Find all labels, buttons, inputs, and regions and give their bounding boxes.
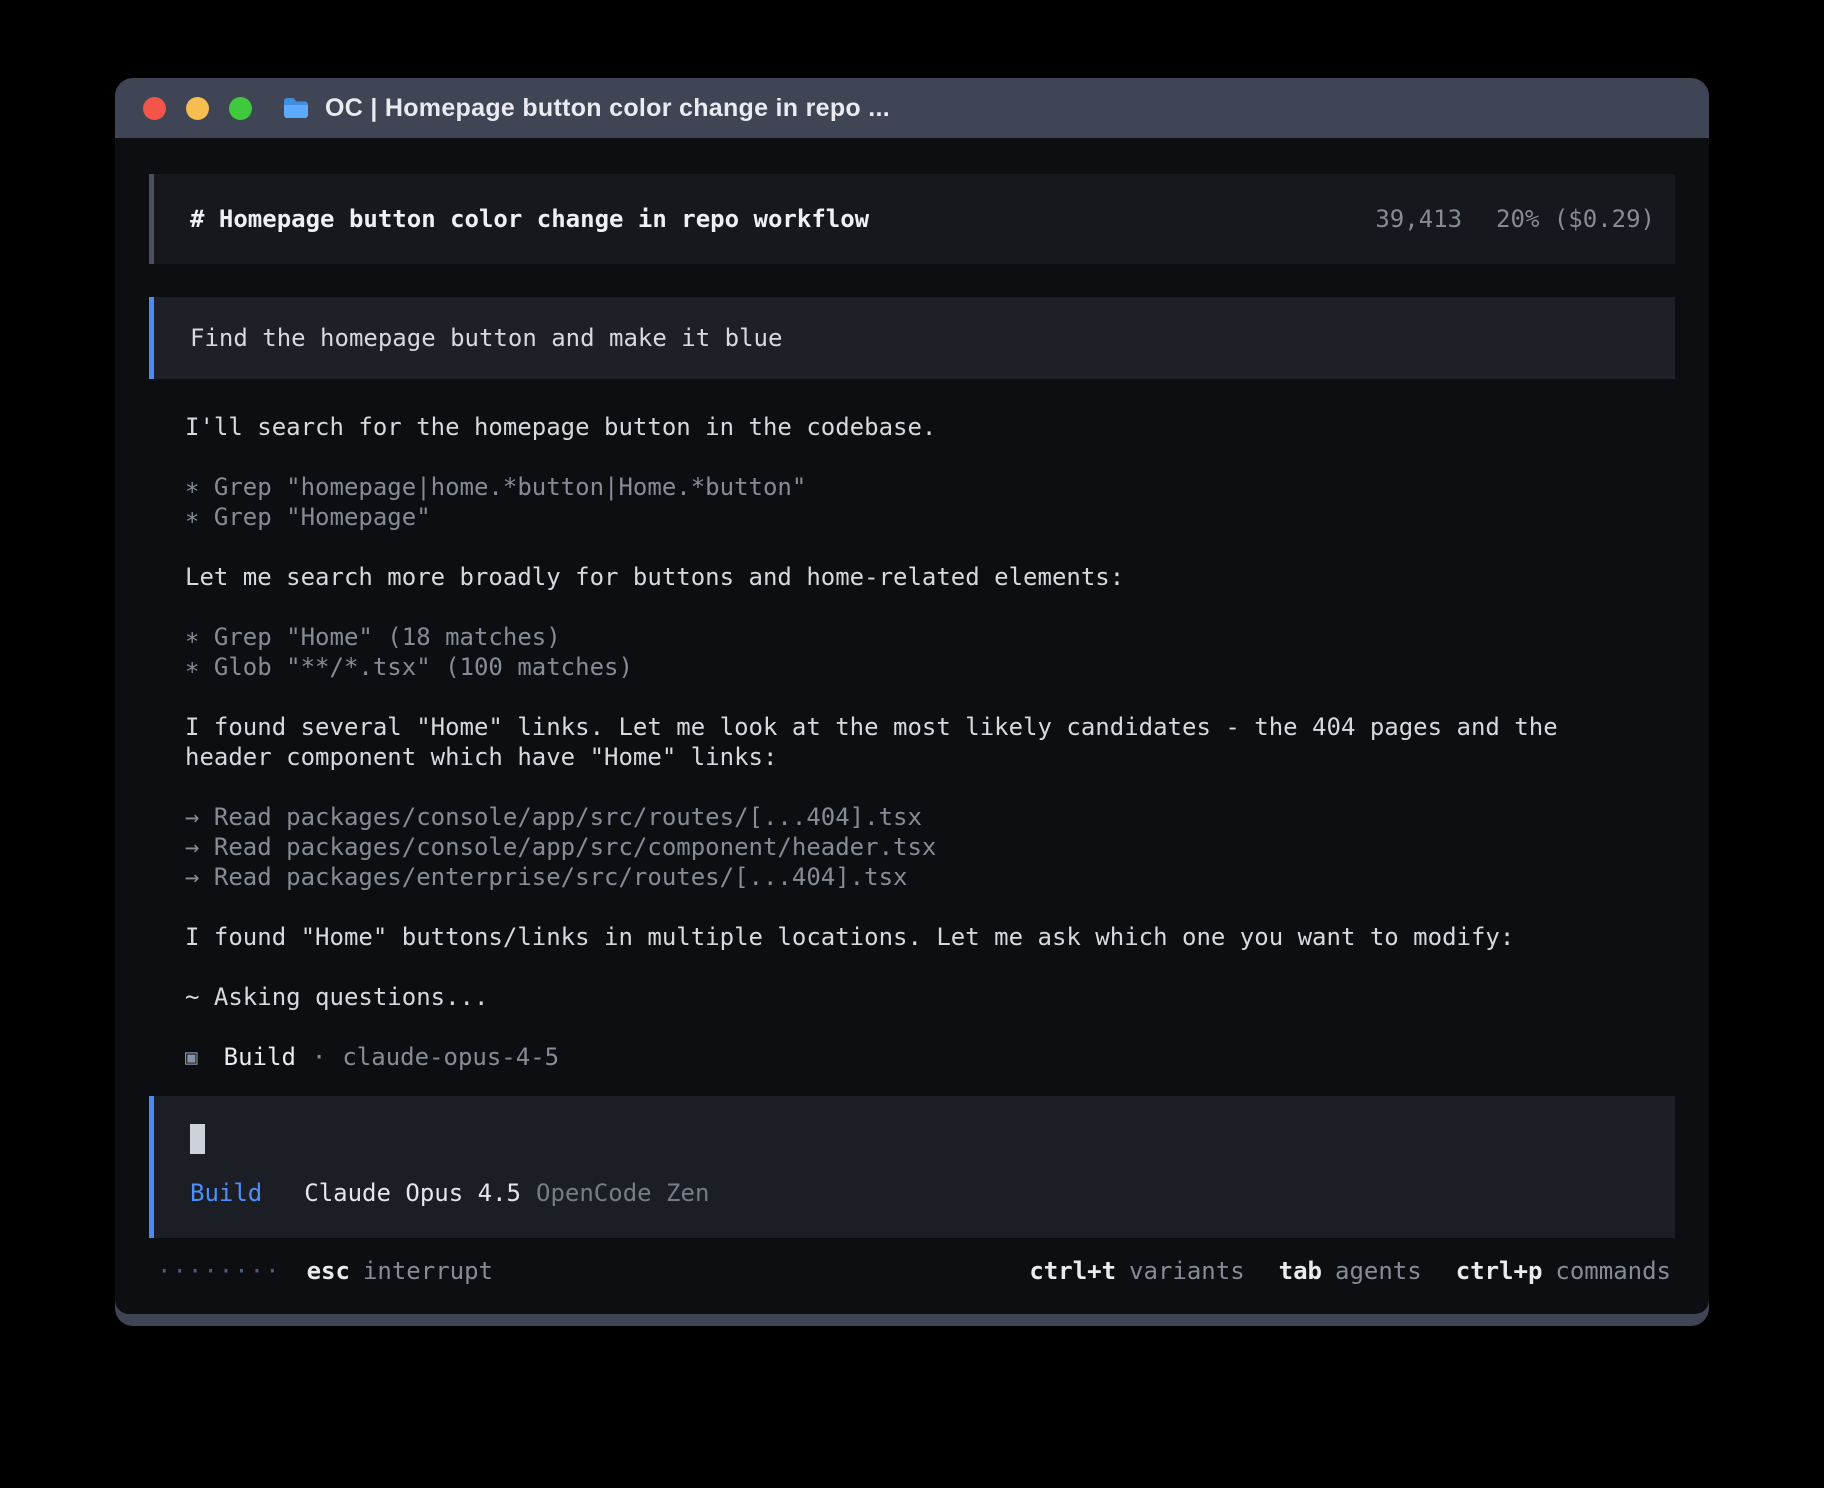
zoom-button[interactable] (229, 97, 252, 120)
key-esc: esc (307, 1256, 350, 1286)
close-button[interactable] (143, 97, 166, 120)
hint-commands: commands (1555, 1256, 1671, 1286)
shortcut-interrupt: esc interrupt (307, 1256, 493, 1286)
tool-call-line: ∗ Grep "Homepage" (185, 502, 1645, 532)
session-header: # Homepage button color change in repo w… (149, 174, 1675, 264)
line-gap (185, 442, 1645, 472)
status-bar: ········ esc interrupt ctrl+t variants t… (149, 1256, 1675, 1286)
conversation: I'll search for the homepage button in t… (149, 379, 1675, 1072)
assistant-text-line: Let me search more broadly for buttons a… (185, 562, 1645, 592)
folder-icon (282, 96, 310, 120)
tool-call-line: ∗ Grep "Home" (18 matches) (185, 622, 1645, 652)
terminal-window: OC | Homepage button color change in rep… (115, 78, 1709, 1326)
minimize-button[interactable] (186, 97, 209, 120)
assistant-text-line: I found "Home" buttons/links in multiple… (185, 922, 1645, 952)
key-ctrl-t: ctrl+t (1029, 1256, 1116, 1286)
status-bar-left: ········ esc interrupt (157, 1256, 493, 1286)
tool-call-line: ∗ Glob "**/*.tsx" (100 matches) (185, 652, 1645, 682)
agent-model: claude-opus-4-5 (342, 1042, 559, 1072)
shortcut-agents: tab agents (1279, 1256, 1422, 1286)
tool-call-line: → Read packages/console/app/src/routes/[… (185, 802, 1645, 832)
line-gap (185, 592, 1645, 622)
agent-status-row: ▣ Build · claude-opus-4-5 (185, 1042, 1645, 1072)
line-gap (185, 952, 1645, 982)
text-cursor (190, 1124, 205, 1154)
shortcut-variants: ctrl+t variants (1029, 1256, 1244, 1286)
session-title: # Homepage button color change in repo w… (190, 204, 869, 234)
tool-call-line: ∗ Grep "homepage|home.*button|Home.*butt… (185, 472, 1645, 502)
input-model-name: Claude Opus 4.5 (304, 1178, 521, 1208)
shortcut-commands: ctrl+p commands (1456, 1256, 1671, 1286)
key-tab: tab (1279, 1256, 1322, 1286)
token-count: 39,413 (1375, 204, 1462, 234)
line-gap (185, 532, 1645, 562)
agent-separator: · (312, 1042, 326, 1072)
hint-interrupt: interrupt (363, 1256, 493, 1286)
model-status-line: Build Claude Opus 4.5 OpenCode Zen (190, 1178, 1639, 1208)
tool-call-line: → Read packages/console/app/src/componen… (185, 832, 1645, 862)
user-message: Find the homepage button and make it blu… (149, 297, 1675, 379)
agent-badge-icon: ▣ (185, 1042, 198, 1072)
line-gap (185, 892, 1645, 922)
hint-variants: variants (1129, 1256, 1245, 1286)
spinner-dots-icon: ········ (157, 1256, 281, 1286)
line-gap (185, 682, 1645, 712)
window-title: OC | Homepage button color change in rep… (325, 94, 890, 123)
context-cost: 20% ($0.29) (1496, 204, 1655, 234)
input-agent-label: Build (190, 1178, 262, 1208)
user-message-text: Find the homepage button and make it blu… (190, 324, 782, 352)
agent-name: Build (224, 1042, 296, 1072)
session-stats: 39,413 20% ($0.29) (1375, 204, 1655, 234)
window-titlebar[interactable]: OC | Homepage button color change in rep… (115, 78, 1709, 138)
tool-call-line: → Read packages/enterprise/src/routes/[.… (185, 862, 1645, 892)
traffic-lights (143, 97, 252, 120)
key-ctrl-p: ctrl+p (1456, 1256, 1543, 1286)
status-bar-right: ctrl+t variants tab agents ctrl+p comman… (1029, 1256, 1671, 1286)
assistant-text-line: I found several "Home" links. Let me loo… (185, 712, 1645, 772)
assistant-text-line: I'll search for the homepage button in t… (185, 412, 1645, 442)
line-gap (185, 772, 1645, 802)
terminal-content: # Homepage button color change in repo w… (115, 138, 1709, 1314)
title-group: OC | Homepage button color change in rep… (282, 94, 890, 123)
hint-agents: agents (1335, 1256, 1422, 1286)
prompt-input[interactable]: Build Claude Opus 4.5 OpenCode Zen (149, 1096, 1675, 1238)
input-provider-name: OpenCode Zen (536, 1178, 709, 1208)
assistant-text-line: ~ Asking questions... (185, 982, 1645, 1012)
